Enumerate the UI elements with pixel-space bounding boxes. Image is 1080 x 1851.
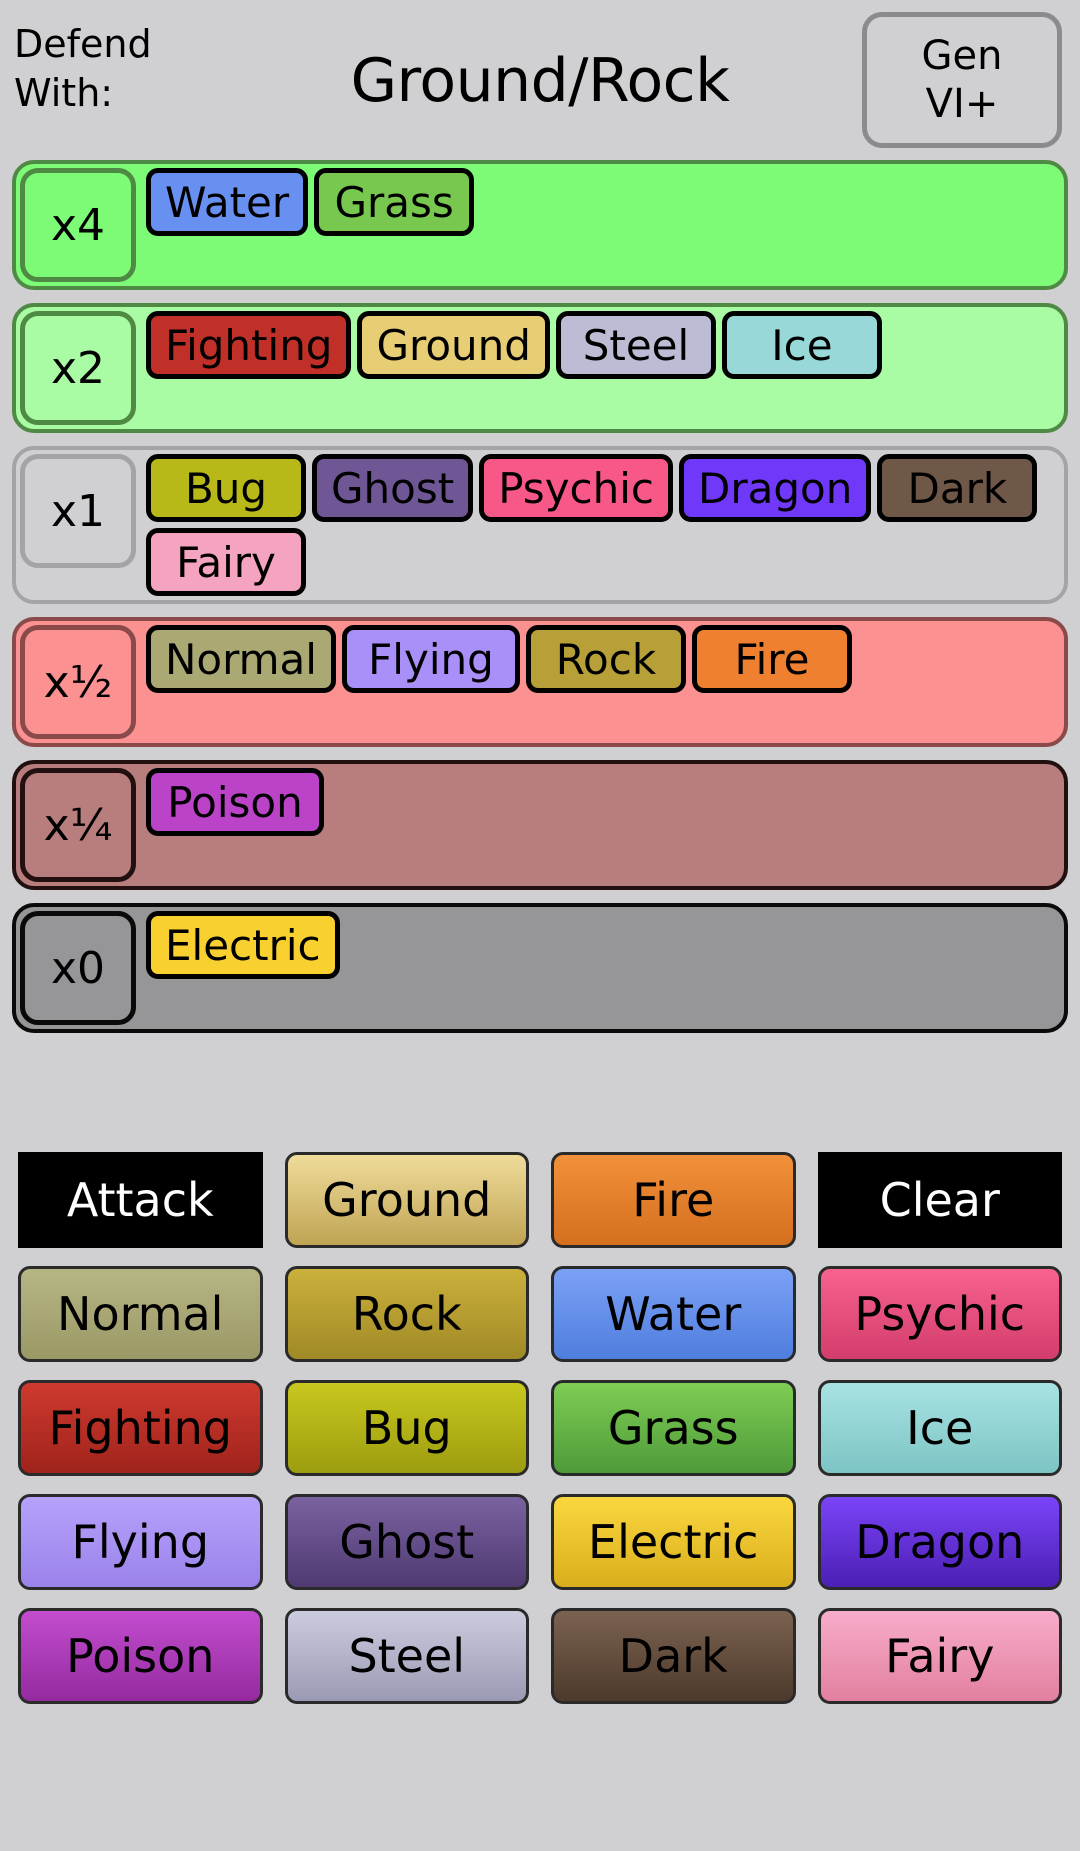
type-button-fairy[interactable]: Fairy xyxy=(817,1608,1062,1704)
type-button-steel[interactable]: Steel xyxy=(284,1608,529,1704)
type-chip-list: Water Grass xyxy=(136,168,1060,282)
generation-label-line-1: Gen xyxy=(921,33,1003,79)
effectiveness-row: x1 Bug Ghost Psychic Dragon Dark Fairy xyxy=(12,446,1068,604)
effectiveness-row: x2 Fighting Ground Steel Ice xyxy=(12,303,1068,433)
type-chip[interactable]: Water xyxy=(146,168,309,236)
type-button-fighting[interactable]: Fighting xyxy=(18,1380,263,1476)
type-chip[interactable]: Dragon xyxy=(679,454,872,522)
type-button-dark[interactable]: Dark xyxy=(551,1608,796,1704)
multiplier-label: x1 xyxy=(20,454,136,568)
type-chip[interactable]: Steel xyxy=(555,311,716,379)
type-chip[interactable]: Ice xyxy=(721,311,882,379)
clear-button[interactable]: Clear xyxy=(817,1152,1062,1248)
multiplier-label: x0 xyxy=(20,911,136,1025)
layout-spacer xyxy=(0,1046,1080,1152)
type-chip[interactable]: Psychic xyxy=(479,454,674,522)
type-chip[interactable]: Ground xyxy=(357,311,550,379)
header: Defend With: Ground/Rock Gen VI+ xyxy=(0,0,1080,160)
type-chip-list: Bug Ghost Psychic Dragon Dark Fairy xyxy=(136,454,1060,596)
type-chip[interactable]: Fairy xyxy=(146,528,306,596)
effectiveness-row: x4 Water Grass xyxy=(12,160,1068,290)
type-button-ground[interactable]: Ground xyxy=(284,1152,529,1248)
effectiveness-row: x¼ Poison xyxy=(12,760,1068,890)
type-button-psychic[interactable]: Psychic xyxy=(817,1266,1062,1362)
type-chip[interactable]: Grass xyxy=(314,168,475,236)
multiplier-label: x¼ xyxy=(20,768,136,882)
type-button-grass[interactable]: Grass xyxy=(551,1380,796,1476)
type-chip[interactable]: Normal xyxy=(146,625,336,693)
type-chip-list: Normal Flying Rock Fire xyxy=(136,625,1060,739)
type-chip[interactable]: Dark xyxy=(877,454,1038,522)
type-button-dragon[interactable]: Dragon xyxy=(817,1494,1062,1590)
multiplier-label: x2 xyxy=(20,311,136,425)
type-chip[interactable]: Flying xyxy=(341,625,520,693)
multiplier-label: x4 xyxy=(20,168,136,282)
type-chip-list: Poison xyxy=(136,768,1060,882)
type-chip[interactable]: Rock xyxy=(525,625,686,693)
type-chip[interactable]: Ghost xyxy=(312,454,474,522)
effectiveness-table: x4 Water Grass x2 Fighting Ground Steel Ice x1 Bu… xyxy=(0,160,1080,1033)
type-button-poison[interactable]: Poison xyxy=(18,1608,263,1704)
type-button-grid: Attack Ground Fire Clear Normal Rock Water Psyc… xyxy=(0,1152,1080,1704)
type-button-normal[interactable]: Normal xyxy=(18,1266,263,1362)
effectiveness-row: x½ Normal Flying Rock Fire xyxy=(12,617,1068,747)
type-chip-list: Fighting Ground Steel Ice xyxy=(136,311,1060,425)
type-button-ghost[interactable]: Ghost xyxy=(284,1494,529,1590)
attack-button[interactable]: Attack xyxy=(18,1152,263,1248)
type-chip[interactable]: Bug xyxy=(146,454,306,522)
type-button-fire[interactable]: Fire xyxy=(551,1152,796,1248)
type-chip[interactable]: Fighting xyxy=(146,311,352,379)
type-button-ice[interactable]: Ice xyxy=(817,1380,1062,1476)
generation-label-line-2: VI+ xyxy=(925,81,999,127)
type-button-water[interactable]: Water xyxy=(551,1266,796,1362)
multiplier-label: x½ xyxy=(20,625,136,739)
type-chip[interactable]: Fire xyxy=(691,625,852,693)
type-button-rock[interactable]: Rock xyxy=(284,1266,529,1362)
type-button-electric[interactable]: Electric xyxy=(551,1494,796,1590)
generation-toggle-button[interactable]: Gen VI+ xyxy=(862,12,1062,148)
effectiveness-row: x0 Electric xyxy=(12,903,1068,1033)
type-chip-list: Electric xyxy=(136,911,1060,1025)
type-chip[interactable]: Poison xyxy=(146,768,324,836)
type-button-bug[interactable]: Bug xyxy=(284,1380,529,1476)
type-chip[interactable]: Electric xyxy=(146,911,340,979)
type-button-flying[interactable]: Flying xyxy=(18,1494,263,1590)
